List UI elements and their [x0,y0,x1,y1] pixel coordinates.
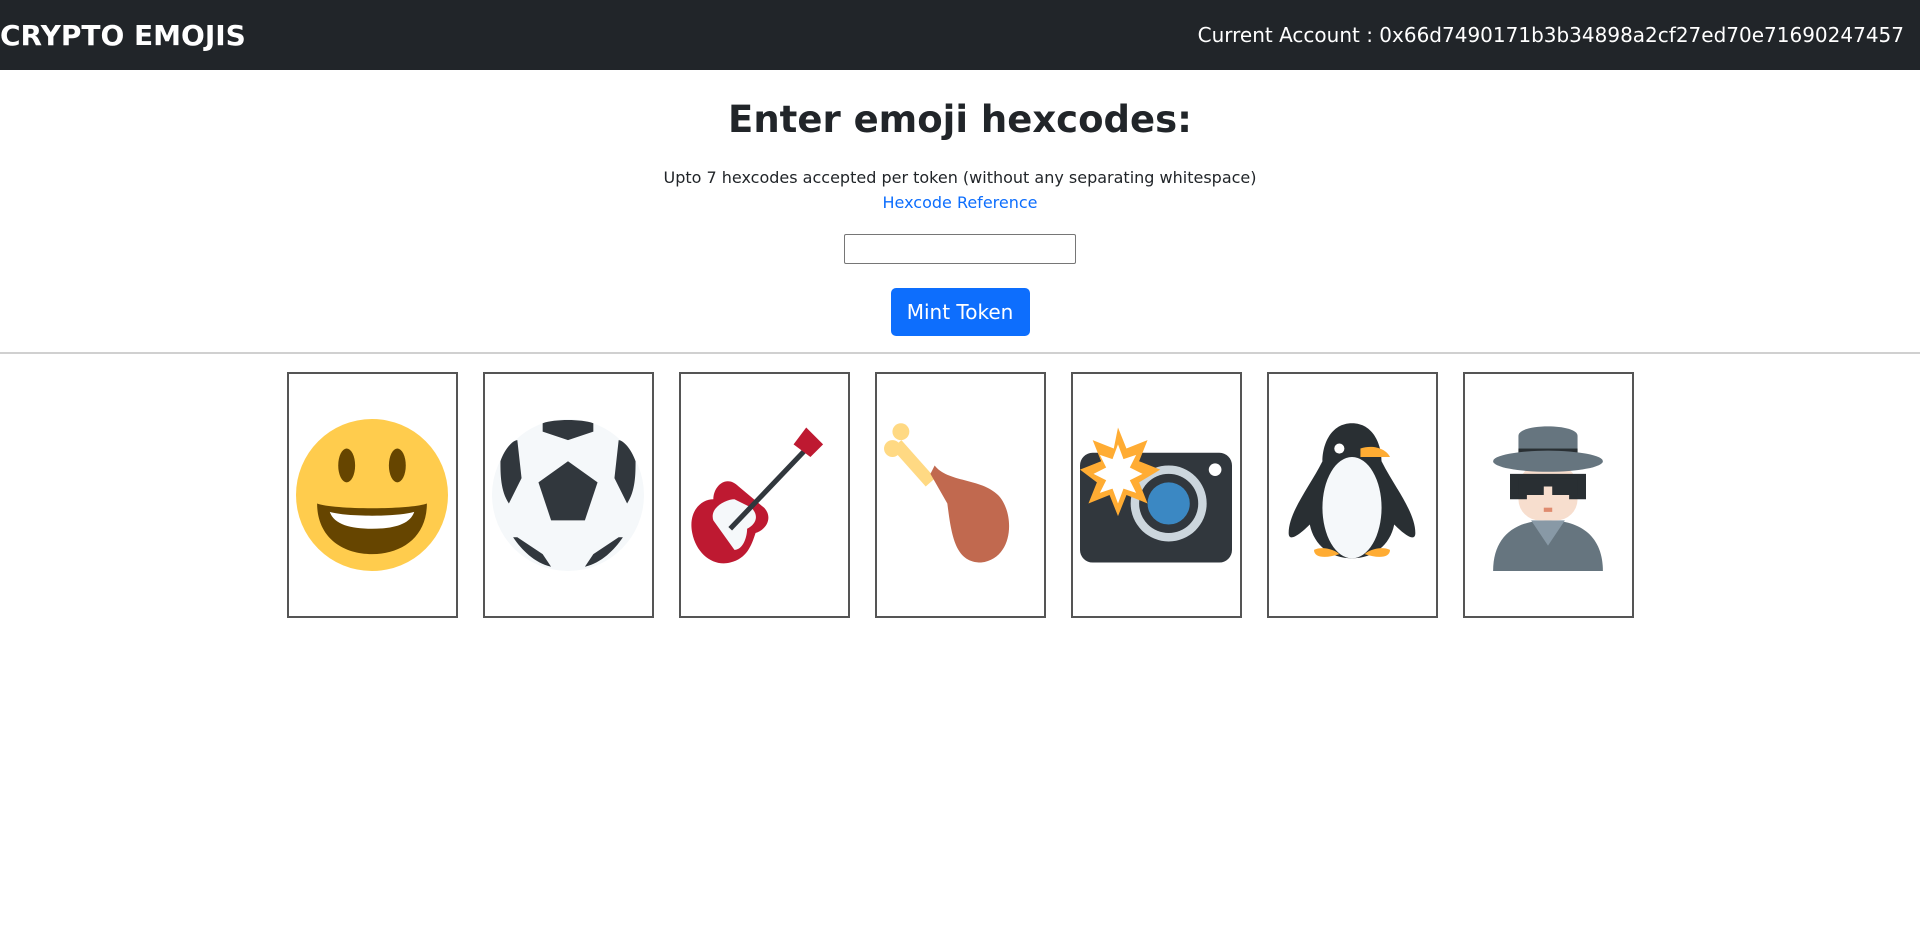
poultry-leg-icon [884,423,1010,563]
token-card[interactable] [1266,372,1438,618]
token-card[interactable] [1462,372,1634,618]
guitar-icon [691,427,824,564]
soccer-ball-icon [492,419,644,571]
hexcode-input[interactable] [844,234,1076,264]
token-card[interactable] [874,372,1046,618]
hexcode-reference-link[interactable]: Hexcode Reference [882,193,1037,212]
token-gallery [0,372,1920,618]
camera-with-flash-icon [1080,427,1232,563]
mint-form: Enter emoji hexcodes: Upto 7 hexcodes ac… [0,98,1920,336]
instructions-text: Upto 7 hexcodes accepted per token (with… [663,168,1257,187]
current-account: Current Account : 0x66d7490171b3b34898a2… [1197,23,1904,47]
navbar: CRYPTO EMOJIS Current Account : 0x66d749… [0,0,1920,70]
detective-icon [1493,426,1603,571]
mint-token-button[interactable]: Mint Token [890,288,1030,336]
token-card[interactable] [1070,372,1242,618]
divider [0,352,1920,354]
penguin-icon [1288,423,1416,559]
grinning-face-icon [296,419,448,571]
brand-title[interactable]: CRYPTO EMOJIS [0,19,246,52]
token-card[interactable] [678,372,850,618]
token-card[interactable] [482,372,654,618]
page-title: Enter emoji hexcodes: [728,98,1192,141]
token-card[interactable] [286,372,458,618]
